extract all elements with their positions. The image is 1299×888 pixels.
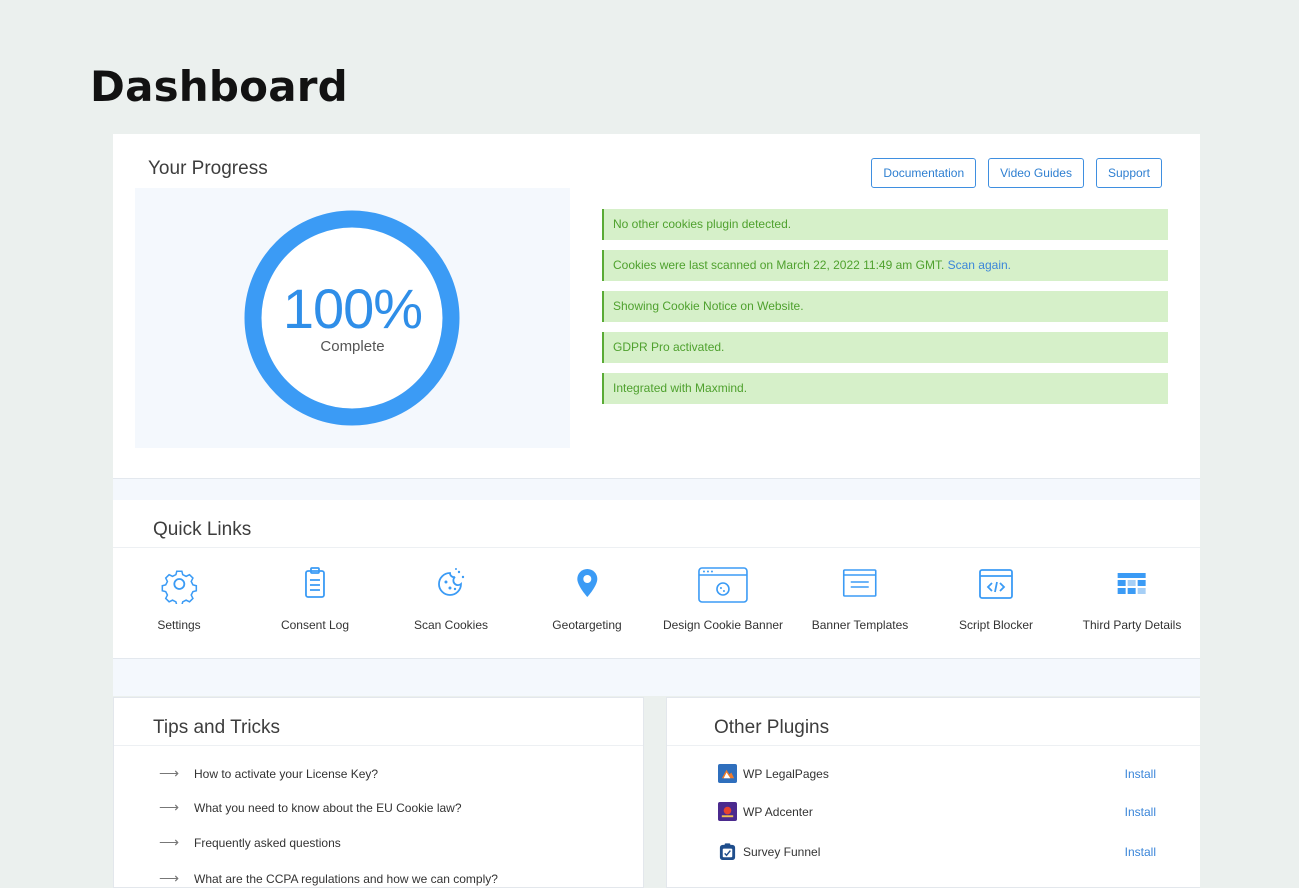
tip-text: Frequently asked questions — [194, 836, 341, 850]
arrow-right-icon: ⟶ — [159, 834, 180, 850]
tip-link[interactable]: ⟶ What you need to know about the EU Cook… — [159, 799, 462, 816]
install-button[interactable]: Install — [1125, 845, 1156, 859]
quick-link-label: Settings — [157, 618, 201, 632]
code-window-icon — [979, 569, 1013, 599]
quick-link-label: Scan Cookies — [413, 618, 489, 632]
status-text: Integrated with Maxmind. — [613, 381, 748, 395]
tips-panel: Tips and Tricks ⟶ How to activate your Li… — [113, 697, 644, 888]
quick-links-heading: Quick Links — [153, 519, 252, 540]
page-title: Dashboard — [90, 62, 348, 111]
documentation-button[interactable]: Documentation — [871, 158, 977, 188]
quick-links-panel: Quick Links Settings Consent Log Scan Co… — [113, 500, 1200, 658]
install-button[interactable]: Install — [1125, 767, 1156, 781]
divider — [667, 745, 1200, 746]
tip-text: What are the CCPA regulations and how we… — [194, 872, 498, 886]
divider — [113, 547, 1200, 548]
quick-link-label: Third Party Details — [1082, 618, 1182, 632]
wp-legalpages-logo-icon — [718, 764, 737, 783]
status-text: Cookies were last scanned on March 22, 2… — [613, 258, 948, 272]
quick-link-script-blocker[interactable]: Script Blocker — [959, 564, 1033, 632]
other-plugins-panel: Other Plugins WP LegalPages Install WP A… — [666, 697, 1200, 888]
quick-link-label: Script Blocker — [958, 618, 1034, 632]
map-pin-icon — [576, 569, 597, 597]
progress-heading: Your Progress — [148, 158, 268, 179]
cookie-icon — [438, 568, 465, 596]
progress-panel: Your Progress Documentation Video Guides… — [113, 134, 1200, 478]
tip-text: What you need to know about the EU Cooki… — [194, 801, 462, 815]
quick-link-design-cookie-banner[interactable]: Design Cookie Banner — [663, 564, 783, 632]
plugin-name: WP Adcenter — [743, 804, 813, 819]
banner-template-icon — [843, 569, 877, 597]
tips-heading: Tips and Tricks — [153, 717, 281, 738]
status-item: Cookies were last scanned on March 22, 2… — [602, 250, 1168, 281]
plugins-heading: Other Plugins — [714, 717, 830, 738]
table-icon — [1117, 573, 1146, 594]
arrow-right-icon: ⟶ — [159, 765, 180, 781]
quick-link-third-party-details[interactable]: Third Party Details — [1082, 564, 1182, 632]
plugin-name: WP LegalPages — [743, 766, 829, 781]
tip-link[interactable]: ⟶ What are the CCPA regulations and how w… — [159, 870, 498, 887]
quick-link-geotargeting[interactable]: Geotargeting — [552, 564, 622, 632]
progress-label: Complete — [320, 338, 385, 355]
section-spacer — [113, 478, 1200, 500]
quick-link-settings[interactable]: Settings — [157, 564, 201, 632]
gear-icon — [161, 570, 197, 604]
wp-adcenter-logo-icon — [718, 802, 737, 821]
status-text: GDPR Pro activated. — [613, 340, 725, 354]
progress-ring-card: 100% Complete — [135, 188, 570, 448]
plugin-name: Survey Funnel — [743, 844, 821, 859]
status-text: No other cookies plugin detected. — [613, 217, 792, 231]
plugin-row: Survey Funnel Install — [718, 842, 1156, 861]
scan-again-link[interactable]: Scan again. — [948, 258, 1011, 272]
quick-link-label: Consent Log — [280, 618, 350, 632]
quick-link-consent-log[interactable]: Consent Log — [281, 564, 349, 632]
video-guides-button[interactable]: Video Guides — [988, 158, 1084, 188]
clipboard-icon — [305, 567, 325, 598]
quick-link-label: Banner Templates — [811, 618, 909, 632]
quick-link-label: Design Cookie Banner — [662, 618, 784, 632]
tip-link[interactable]: ⟶ Frequently asked questions — [159, 834, 341, 851]
progress-percent: 100% — [282, 277, 423, 340]
tip-link[interactable]: ⟶ How to activate your License Key? — [159, 765, 378, 782]
divider — [114, 745, 643, 746]
plugin-row: WP Adcenter Install — [718, 802, 1156, 821]
plugin-row: WP LegalPages Install — [718, 764, 1156, 783]
quick-link-label: Geotargeting — [552, 618, 622, 632]
status-item: Showing Cookie Notice on Website. — [602, 291, 1168, 322]
support-button[interactable]: Support — [1095, 158, 1162, 188]
quick-link-banner-templates[interactable]: Banner Templates — [811, 564, 909, 632]
status-item: No other cookies plugin detected. — [602, 209, 1168, 240]
status-list: No other cookies plugin detected. Cookie… — [602, 209, 1168, 414]
section-spacer — [113, 658, 1200, 696]
status-text: Showing Cookie Notice on Website. — [613, 299, 804, 313]
tip-text: How to activate your License Key? — [194, 767, 379, 781]
install-button[interactable]: Install — [1125, 805, 1156, 819]
browser-cookie-icon — [698, 567, 748, 603]
help-links: Documentation Video Guides Support — [871, 158, 1162, 188]
arrow-right-icon: ⟶ — [159, 870, 180, 886]
arrow-right-icon: ⟶ — [159, 799, 180, 815]
survey-funnel-logo-icon — [719, 843, 736, 861]
quick-link-scan-cookies[interactable]: Scan Cookies — [414, 564, 488, 632]
status-item: GDPR Pro activated. — [602, 332, 1168, 363]
status-item: Integrated with Maxmind. — [602, 373, 1168, 404]
